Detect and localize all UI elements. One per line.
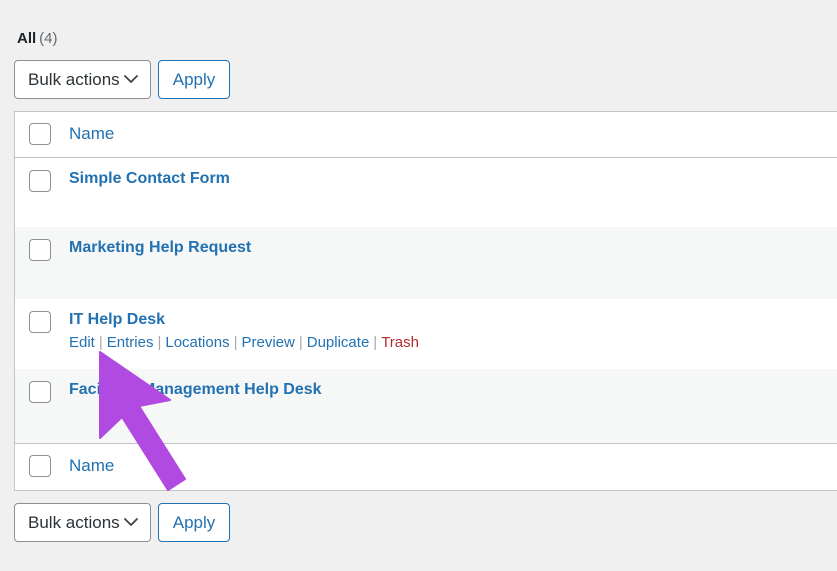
- table-row: Marketing Help Request: [15, 227, 837, 299]
- row-checkbox[interactable]: [29, 311, 51, 333]
- bulk-actions-label-top: Bulk actions: [28, 70, 120, 89]
- views-filter-list: All (4): [17, 30, 58, 48]
- table-row: IT Help Desk Edit | Entries | Locations | Prev…: [15, 299, 837, 369]
- row-action-locations[interactable]: Locations: [165, 334, 229, 351]
- row-title-link[interactable]: Marketing Help Request: [69, 239, 251, 257]
- bulk-actions-select-top[interactable]: Bulk actions: [14, 60, 151, 99]
- chevron-down-icon: [124, 504, 138, 541]
- row-action-separator: |: [233, 334, 238, 351]
- row-title-link[interactable]: Simple Contact Form: [69, 170, 230, 188]
- row-action-separator: |: [373, 334, 378, 351]
- row-action-entries[interactable]: Entries: [107, 334, 154, 351]
- select-all-checkbox-top[interactable]: [29, 123, 51, 145]
- view-filter-all[interactable]: All: [17, 30, 36, 47]
- row-title-link[interactable]: Facilities Management Help Desk: [69, 381, 322, 399]
- row-checkbox[interactable]: [29, 170, 51, 192]
- chevron-down-icon: [124, 61, 138, 98]
- row-action-trash[interactable]: Trash: [381, 334, 419, 351]
- row-action-duplicate[interactable]: Duplicate: [307, 334, 370, 351]
- table-footer-row: Name: [15, 444, 837, 490]
- row-action-preview[interactable]: Preview: [241, 334, 294, 351]
- view-filter-all-count: (4): [39, 30, 58, 47]
- row-action-separator: |: [298, 334, 303, 351]
- row-action-edit[interactable]: Edit: [69, 334, 95, 351]
- apply-button-bottom[interactable]: Apply: [158, 503, 230, 542]
- column-footer-name-link[interactable]: Name: [69, 456, 114, 476]
- select-all-checkbox-bottom[interactable]: [29, 455, 51, 477]
- forms-list-table: Name Simple Contact Form Marketing Help …: [14, 111, 837, 491]
- table-header-row: Name: [15, 112, 837, 158]
- row-action-separator: |: [98, 334, 103, 351]
- row-checkbox[interactable]: [29, 381, 51, 403]
- column-footer-name-cell: Name: [69, 444, 837, 476]
- column-header-name-link[interactable]: Name: [69, 124, 114, 144]
- row-checkbox[interactable]: [29, 239, 51, 261]
- row-name-cell: IT Help Desk Edit | Entries | Locations | Prev…: [69, 299, 837, 353]
- row-name-cell: Facilities Management Help Desk: [69, 369, 837, 399]
- table-row: Facilities Management Help Desk: [15, 369, 837, 444]
- column-header-name-cell: Name: [69, 112, 837, 144]
- bulk-actions-select-bottom[interactable]: Bulk actions: [14, 503, 151, 542]
- row-actions: Edit | Entries | Locations | Preview | Duplicate…: [69, 333, 837, 353]
- forms-list-page: All(4) Bulk actions Apply Name Simple C: [0, 0, 837, 571]
- row-title-link[interactable]: IT Help Desk: [69, 311, 165, 329]
- row-action-separator: |: [157, 334, 162, 351]
- table-row: Simple Contact Form: [15, 158, 837, 227]
- bulk-actions-label-bottom: Bulk actions: [28, 513, 120, 532]
- apply-button-top[interactable]: Apply: [158, 60, 230, 99]
- row-name-cell: Marketing Help Request: [69, 227, 837, 257]
- row-name-cell: Simple Contact Form: [69, 158, 837, 188]
